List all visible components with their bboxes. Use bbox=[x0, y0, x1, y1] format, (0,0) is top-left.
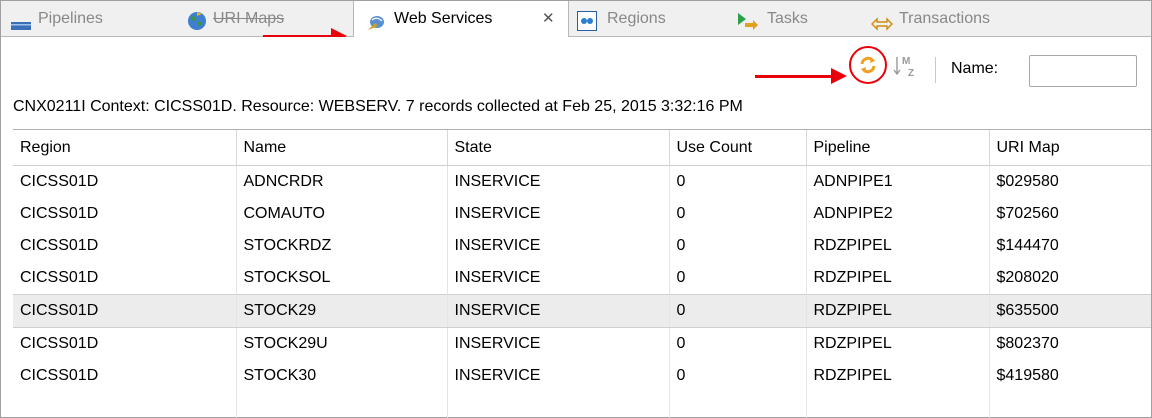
cell-state: INSERVICE bbox=[447, 230, 670, 262]
empty-cell bbox=[236, 392, 448, 418]
column-header-use-count[interactable]: Use Count bbox=[669, 130, 807, 166]
cell-region: CICSS01D bbox=[13, 327, 237, 360]
cell-name: COMAUTO bbox=[236, 198, 448, 230]
empty-cell bbox=[989, 392, 1151, 418]
table-header-row: Region Name State Use Count Pipeline URI… bbox=[13, 130, 1151, 166]
tab-bar: Pipelines URI Maps Web Services ✕ Region… bbox=[1, 1, 1151, 44]
close-tab-icon[interactable]: ✕ bbox=[542, 1, 555, 36]
tab-tasks-label: Tasks bbox=[767, 10, 808, 27]
cell-use-count: 0 bbox=[669, 262, 807, 295]
cell-uri-map: $635500 bbox=[989, 294, 1151, 328]
cell-pipeline: RDZPIPEL bbox=[806, 327, 990, 360]
web-services-view: Pipelines URI Maps Web Services ✕ Region… bbox=[0, 0, 1152, 418]
cell-name: STOCK29U bbox=[236, 327, 448, 360]
tab-uri-maps[interactable]: URI Maps bbox=[187, 1, 347, 36]
cell-use-count: 0 bbox=[669, 165, 807, 198]
column-header-state[interactable]: State bbox=[447, 130, 670, 166]
cell-pipeline: RDZPIPEL bbox=[806, 360, 990, 392]
column-header-region[interactable]: Region bbox=[13, 130, 237, 166]
column-header-uri-map[interactable]: URI Map bbox=[989, 130, 1151, 166]
tab-web-services[interactable]: Web Services ✕ bbox=[353, 1, 569, 37]
cell-region: CICSS01D bbox=[13, 165, 237, 198]
empty-cell bbox=[806, 392, 990, 418]
sort-icon: M Z bbox=[893, 56, 919, 83]
status-message: CNX0211I Context: CICSS01D. Resource: WE… bbox=[13, 98, 743, 115]
table-row[interactable]: CICSS01D ADNCRDR INSERVICE 0 ADNPIPE1 $029580 bbox=[13, 165, 1151, 198]
tab-transactions[interactable]: Transactions bbox=[871, 1, 1051, 36]
cell-uri-map: $419580 bbox=[989, 360, 1151, 392]
cell-uri-map: $702560 bbox=[989, 198, 1151, 230]
cell-state: INSERVICE bbox=[447, 262, 670, 295]
table-row[interactable]: CICSS01D STOCKSOL INSERVICE 0 RDZPIPEL $20802… bbox=[13, 262, 1151, 295]
cell-pipeline: RDZPIPEL bbox=[806, 262, 990, 295]
cell-state: INSERVICE bbox=[447, 198, 670, 230]
table-row[interactable]: CICSS01D STOCK29U INSERVICE 0 RDZPIPEL $80237… bbox=[13, 327, 1151, 360]
toolbar-separator bbox=[935, 57, 936, 83]
empty-table-row bbox=[13, 392, 1151, 418]
table-row[interactable]: CICSS01D STOCK29 INSERVICE 0 RDZPIPEL $635500 bbox=[13, 294, 1151, 328]
cell-use-count: 0 bbox=[669, 327, 807, 360]
tab-pipelines-label: Pipelines bbox=[38, 10, 103, 27]
tab-tasks[interactable]: Tasks bbox=[737, 1, 837, 36]
tab-transactions-label: Transactions bbox=[899, 10, 990, 27]
tab-regions-label: Regions bbox=[607, 10, 666, 27]
tab-pipelines[interactable]: Pipelines bbox=[11, 1, 161, 36]
cell-name: ADNCRDR bbox=[236, 165, 448, 198]
cell-uri-map: $144470 bbox=[989, 230, 1151, 262]
cell-pipeline: ADNPIPE2 bbox=[806, 198, 990, 230]
cell-pipeline: ADNPIPE1 bbox=[806, 165, 990, 198]
tab-regions[interactable]: Regions bbox=[577, 1, 697, 36]
cell-uri-map: $802370 bbox=[989, 327, 1151, 360]
tab-uri-maps-label: URI Maps bbox=[213, 10, 285, 27]
cell-name: STOCKSOL bbox=[236, 262, 448, 295]
cell-state: INSERVICE bbox=[447, 294, 670, 328]
sort-button[interactable]: M Z bbox=[893, 53, 919, 79]
svg-text:Z: Z bbox=[908, 68, 914, 79]
cell-region: CICSS01D bbox=[13, 294, 237, 328]
empty-cell bbox=[447, 392, 670, 418]
cell-use-count: 0 bbox=[669, 198, 807, 230]
cell-region: CICSS01D bbox=[13, 230, 237, 262]
cell-state: INSERVICE bbox=[447, 165, 670, 198]
table-row[interactable]: CICSS01D STOCKRDZ INSERVICE 0 RDZPIPEL $14447… bbox=[13, 230, 1151, 262]
cell-name: STOCKRDZ bbox=[236, 230, 448, 262]
cell-pipeline: RDZPIPEL bbox=[806, 294, 990, 328]
empty-cell bbox=[13, 392, 237, 418]
annotation-arrow-line bbox=[755, 75, 833, 78]
cell-state: INSERVICE bbox=[447, 327, 670, 360]
table-row[interactable]: CICSS01D COMAUTO INSERVICE 0 ADNPIPE2 $702560 bbox=[13, 198, 1151, 230]
cell-use-count: 0 bbox=[669, 360, 807, 392]
annotation-arrow-head bbox=[831, 68, 847, 84]
cell-state: INSERVICE bbox=[447, 360, 670, 392]
tab-web-services-label: Web Services bbox=[394, 10, 493, 27]
cell-pipeline: RDZPIPEL bbox=[806, 230, 990, 262]
cell-uri-map: $029580 bbox=[989, 165, 1151, 198]
cell-name: STOCK29 bbox=[236, 294, 448, 328]
cell-use-count: 0 bbox=[669, 230, 807, 262]
table-row[interactable]: CICSS01D STOCK30 INSERVICE 0 RDZPIPEL $419580 bbox=[13, 360, 1151, 392]
cell-region: CICSS01D bbox=[13, 360, 237, 392]
web-services-table: Region Name State Use Count Pipeline URI… bbox=[13, 129, 1151, 418]
column-header-pipeline[interactable]: Pipeline bbox=[806, 130, 990, 166]
svg-text:M: M bbox=[902, 56, 910, 67]
cell-uri-map: $208020 bbox=[989, 262, 1151, 295]
cell-region: CICSS01D bbox=[13, 198, 237, 230]
name-filter-label: Name: bbox=[951, 60, 999, 77]
empty-cell bbox=[669, 392, 807, 418]
column-header-name[interactable]: Name bbox=[236, 130, 448, 166]
cell-use-count: 0 bbox=[669, 294, 807, 328]
name-filter-input[interactable] bbox=[1029, 55, 1137, 87]
annotation-circle bbox=[849, 46, 887, 84]
cell-region: CICSS01D bbox=[13, 262, 237, 295]
cell-name: STOCK30 bbox=[236, 360, 448, 392]
